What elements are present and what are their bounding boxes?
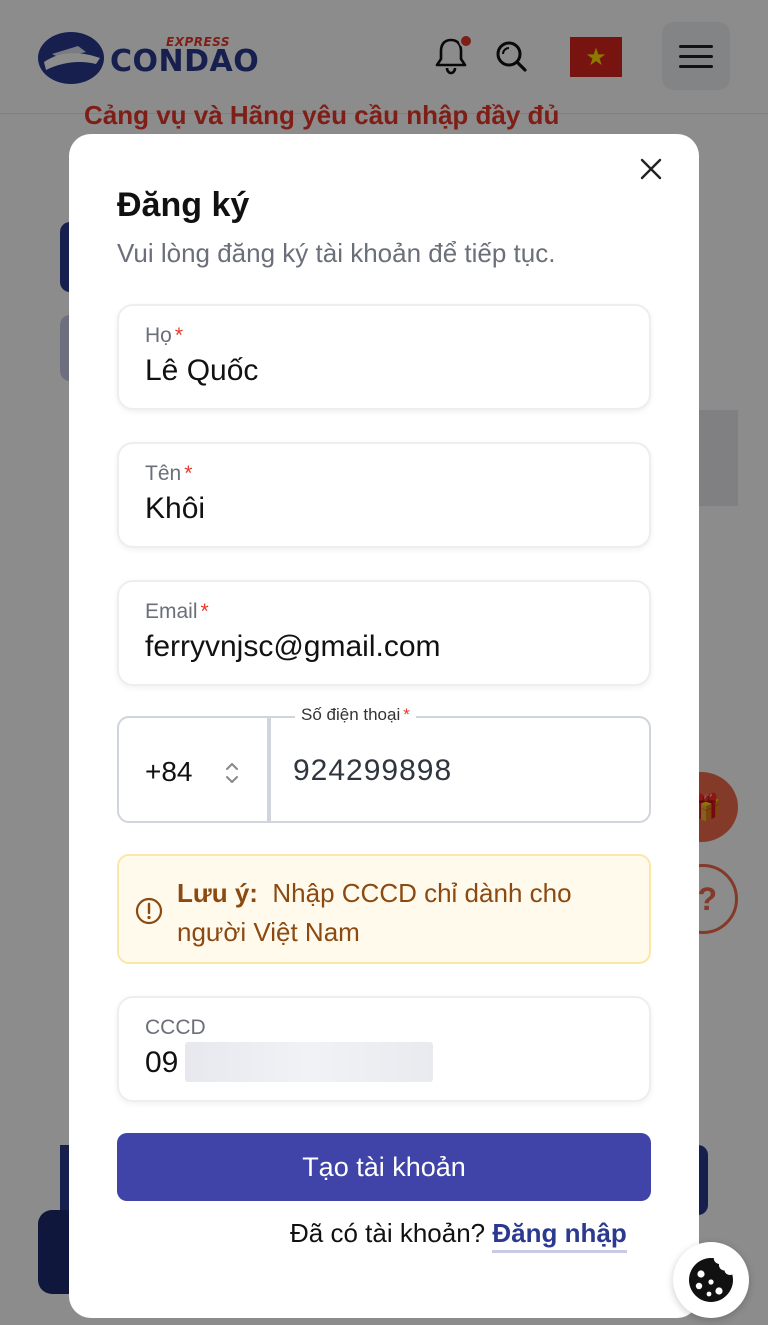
login-row: Đã có tài khoản? Đăng nhập (290, 1218, 627, 1253)
required-mark: * (200, 600, 209, 623)
login-prompt: Đã có tài khoản? (290, 1218, 486, 1248)
note-text: Lưu ý: Nhập CCCD chỉ dành cho người Việt… (177, 874, 637, 952)
redacted-mask (185, 1042, 433, 1082)
create-account-button[interactable]: Tạo tài khoản (117, 1133, 651, 1201)
close-button[interactable] (632, 150, 670, 188)
last-name-value[interactable]: Lê Quốc (145, 354, 258, 388)
first-name-value[interactable]: Khôi (145, 492, 205, 526)
phone-field: +84 Số điện thoại * 924299898 (117, 705, 651, 823)
required-mark: * (174, 324, 184, 347)
modal-subtitle: Vui lòng đăng ký tài khoản để tiếp tục. (117, 238, 556, 268)
required-mark: * (184, 462, 193, 485)
first-name-label: Tên * (145, 462, 193, 485)
email-field[interactable]: Email * ferryvnjsc@gmail.com (117, 580, 651, 686)
last-name-field[interactable]: Họ * Lê Quốc (117, 304, 651, 410)
country-code-select[interactable]: +84 (117, 716, 269, 823)
chevron-up-down-icon (226, 763, 238, 783)
phone-label: Số điện thoại * (295, 705, 416, 725)
country-code-value: +84 (145, 756, 193, 787)
first-name-field[interactable]: Tên * Khôi (117, 442, 651, 548)
cookie-glyph (689, 1258, 733, 1302)
phone-value: 924299898 (293, 754, 453, 787)
cccd-value[interactable]: 09 (145, 1046, 178, 1080)
cccd-field[interactable]: CCCD 09 (117, 996, 651, 1102)
phone-input[interactable]: Số điện thoại * 924299898 (268, 705, 651, 823)
modal-title: Đăng ký (117, 186, 250, 224)
login-link[interactable]: Đăng nhập (492, 1218, 627, 1253)
cookie-icon[interactable] (673, 1242, 749, 1318)
cccd-note-alert: Lưu ý: Nhập CCCD chỉ dành cho người Việt… (117, 854, 651, 964)
email-label: Email * (145, 600, 209, 623)
cccd-label: CCCD (145, 1016, 206, 1039)
alert-circle-icon (135, 897, 163, 925)
email-value[interactable]: ferryvnjsc@gmail.com (145, 630, 441, 664)
required-mark: * (403, 705, 410, 724)
close-icon (640, 158, 662, 180)
last-name-label: Họ * (145, 324, 184, 347)
note-title: Lưu ý: (177, 878, 258, 908)
